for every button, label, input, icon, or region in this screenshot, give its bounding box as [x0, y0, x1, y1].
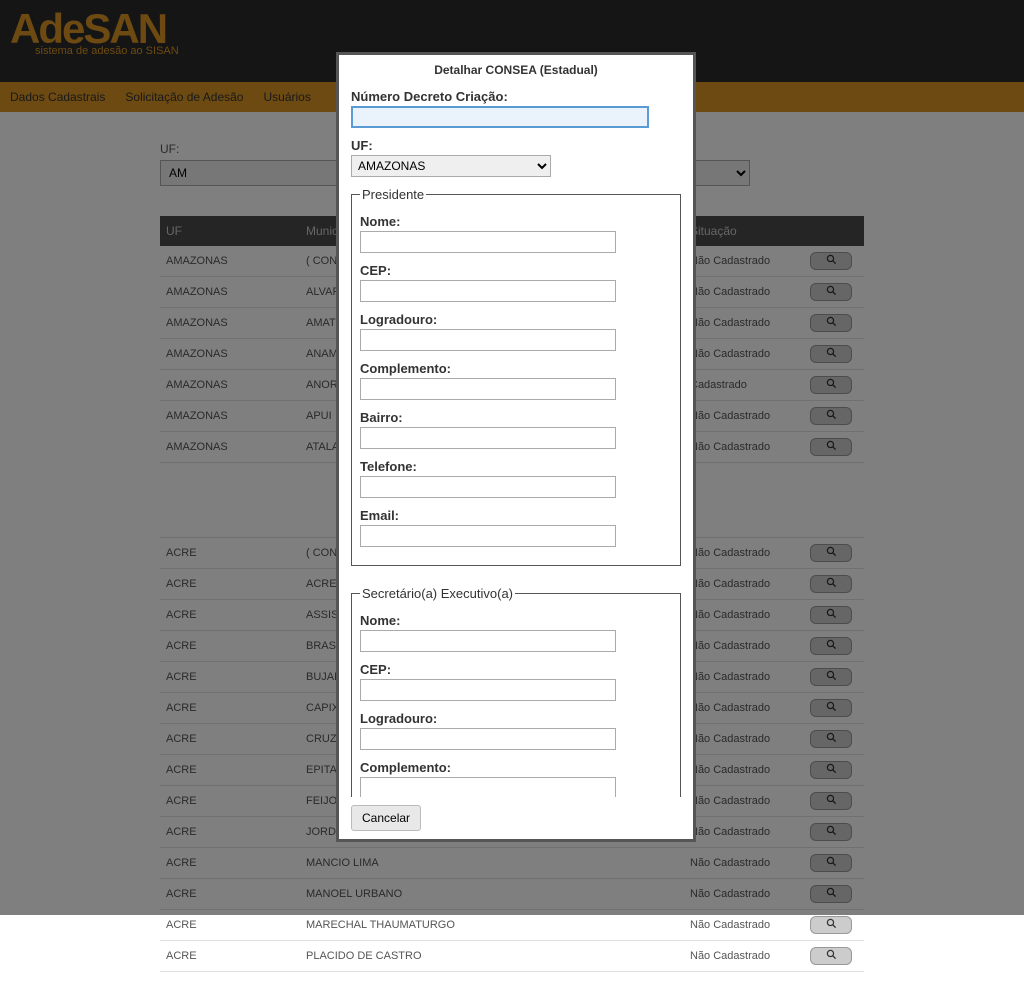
sec-complemento-input[interactable] — [360, 777, 616, 797]
pres-bairro-input[interactable] — [360, 427, 616, 449]
pres-telefone-input[interactable] — [360, 476, 616, 498]
cell-situacao: Não Cadastrado — [684, 941, 804, 972]
secretario-fieldset: Secretário(a) Executivo(a) Nome: CEP: Lo… — [351, 586, 681, 797]
magnifier-icon — [826, 917, 837, 929]
pres-nome-input[interactable] — [360, 231, 616, 253]
sec-logradouro-label: Logradouro: — [360, 711, 672, 726]
modal-detalhar-consea: Detalhar CONSEA (Estadual) Número Decret… — [336, 52, 696, 842]
presidente-legend: Presidente — [360, 187, 426, 202]
presidente-fieldset: Presidente Nome: CEP: Logradouro: Comple… — [351, 187, 681, 566]
sec-cep-label: CEP: — [360, 662, 672, 677]
pres-logradouro-label: Logradouro: — [360, 312, 672, 327]
sec-complemento-label: Complemento: — [360, 760, 672, 775]
sec-logradouro-input[interactable] — [360, 728, 616, 750]
detail-button[interactable] — [810, 916, 852, 934]
pres-email-label: Email: — [360, 508, 672, 523]
uf-modal-label: UF: — [351, 138, 681, 153]
numero-decreto-label: Número Decreto Criação: — [351, 89, 681, 104]
modal-footer: Cancelar — [339, 797, 693, 839]
cell-action — [804, 941, 864, 972]
pres-nome-label: Nome: — [360, 214, 672, 229]
pres-telefone-label: Telefone: — [360, 459, 672, 474]
cell-municipio: PLACIDO DE CASTRO — [300, 941, 684, 972]
modal-title: Detalhar CONSEA (Estadual) — [351, 63, 681, 77]
pres-complemento-input[interactable] — [360, 378, 616, 400]
pres-email-input[interactable] — [360, 525, 616, 547]
sec-cep-input[interactable] — [360, 679, 616, 701]
pres-cep-input[interactable] — [360, 280, 616, 302]
sec-nome-label: Nome: — [360, 613, 672, 628]
magnifier-icon — [826, 948, 837, 960]
detail-button[interactable] — [810, 947, 852, 965]
pres-cep-label: CEP: — [360, 263, 672, 278]
uf-modal-select[interactable]: AMAZONAS — [351, 155, 551, 177]
table-row: ACREPLACIDO DE CASTRONão Cadastrado — [160, 941, 864, 972]
pres-bairro-label: Bairro: — [360, 410, 672, 425]
pres-complemento-label: Complemento: — [360, 361, 672, 376]
cell-uf: ACRE — [160, 941, 300, 972]
secretario-legend: Secretário(a) Executivo(a) — [360, 586, 515, 601]
pres-logradouro-input[interactable] — [360, 329, 616, 351]
sec-nome-input[interactable] — [360, 630, 616, 652]
cancel-button[interactable]: Cancelar — [351, 805, 421, 831]
modal-body[interactable]: Detalhar CONSEA (Estadual) Número Decret… — [339, 55, 693, 797]
numero-decreto-input[interactable] — [351, 106, 649, 128]
